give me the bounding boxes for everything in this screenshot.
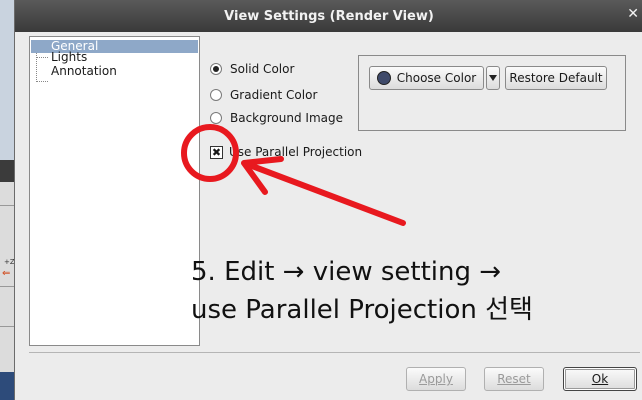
radio-label: Background Image [230, 111, 343, 125]
background-divider [0, 205, 14, 206]
background-toolbar [0, 160, 14, 182]
annotation-text-line1: 5. Edit → view setting → [191, 257, 502, 287]
parallel-projection-checkbox[interactable]: ✖ Use Parallel Projection [210, 144, 362, 160]
radio-label: Solid Color [230, 62, 295, 76]
dialog-title: View Settings (Render View) [224, 8, 434, 24]
color-settings-group: Choose Color Restore Default [358, 55, 626, 131]
radio-selected-icon [210, 63, 222, 75]
choose-color-label: Choose Color [396, 71, 477, 85]
reset-label: Reset [497, 372, 531, 386]
annotation-text-line2: use Parallel Projection 선택 [191, 295, 533, 325]
radio-unselected-icon [210, 89, 222, 101]
chevron-down-icon [489, 75, 497, 81]
tree-connector [36, 57, 48, 58]
background-panel [0, 0, 14, 160]
choose-color-button[interactable]: Choose Color [369, 66, 484, 90]
dialog-titlebar[interactable]: View Settings (Render View) ✕ [15, 0, 642, 32]
axis-widget: +Z ⇐ [2, 258, 15, 282]
view-settings-dialog: View Settings (Render View) ✕ General Li… [14, 0, 642, 400]
color-dropdown-button[interactable] [486, 66, 500, 90]
ok-label: Ok [591, 372, 609, 386]
background-divider [0, 326, 14, 327]
tree-item-label: Annotation [51, 64, 117, 78]
ok-button[interactable]: Ok [563, 367, 637, 391]
radio-label: Gradient Color [230, 88, 318, 102]
apply-button[interactable]: Apply [406, 367, 466, 391]
button-bar-divider [29, 352, 640, 353]
axis-arrow-icon: ⇐ [2, 268, 11, 279]
restore-default-label: Restore Default [509, 71, 603, 85]
radio-background-image[interactable]: Background Image [210, 110, 343, 126]
background-taskbar [0, 372, 14, 400]
radio-solid-color[interactable]: Solid Color [210, 61, 294, 77]
background-divider [0, 286, 14, 287]
background-app-strip: +Z ⇐ [0, 0, 15, 400]
radio-unselected-icon [210, 112, 222, 124]
close-icon[interactable]: ✕ [627, 6, 639, 22]
checkbox-checked-icon: ✖ [210, 145, 223, 159]
parallel-projection-label: Use Parallel Projection [229, 145, 363, 159]
tree-item-label: Lights [51, 50, 88, 64]
restore-default-button[interactable]: Restore Default [505, 66, 607, 90]
tree-connector [36, 81, 48, 82]
apply-label: Apply [419, 372, 453, 386]
reset-button[interactable]: Reset [484, 367, 544, 391]
radio-gradient-color[interactable]: Gradient Color [210, 87, 317, 103]
settings-tree: General Lights Annotation [29, 36, 200, 346]
color-swatch [376, 71, 391, 85]
